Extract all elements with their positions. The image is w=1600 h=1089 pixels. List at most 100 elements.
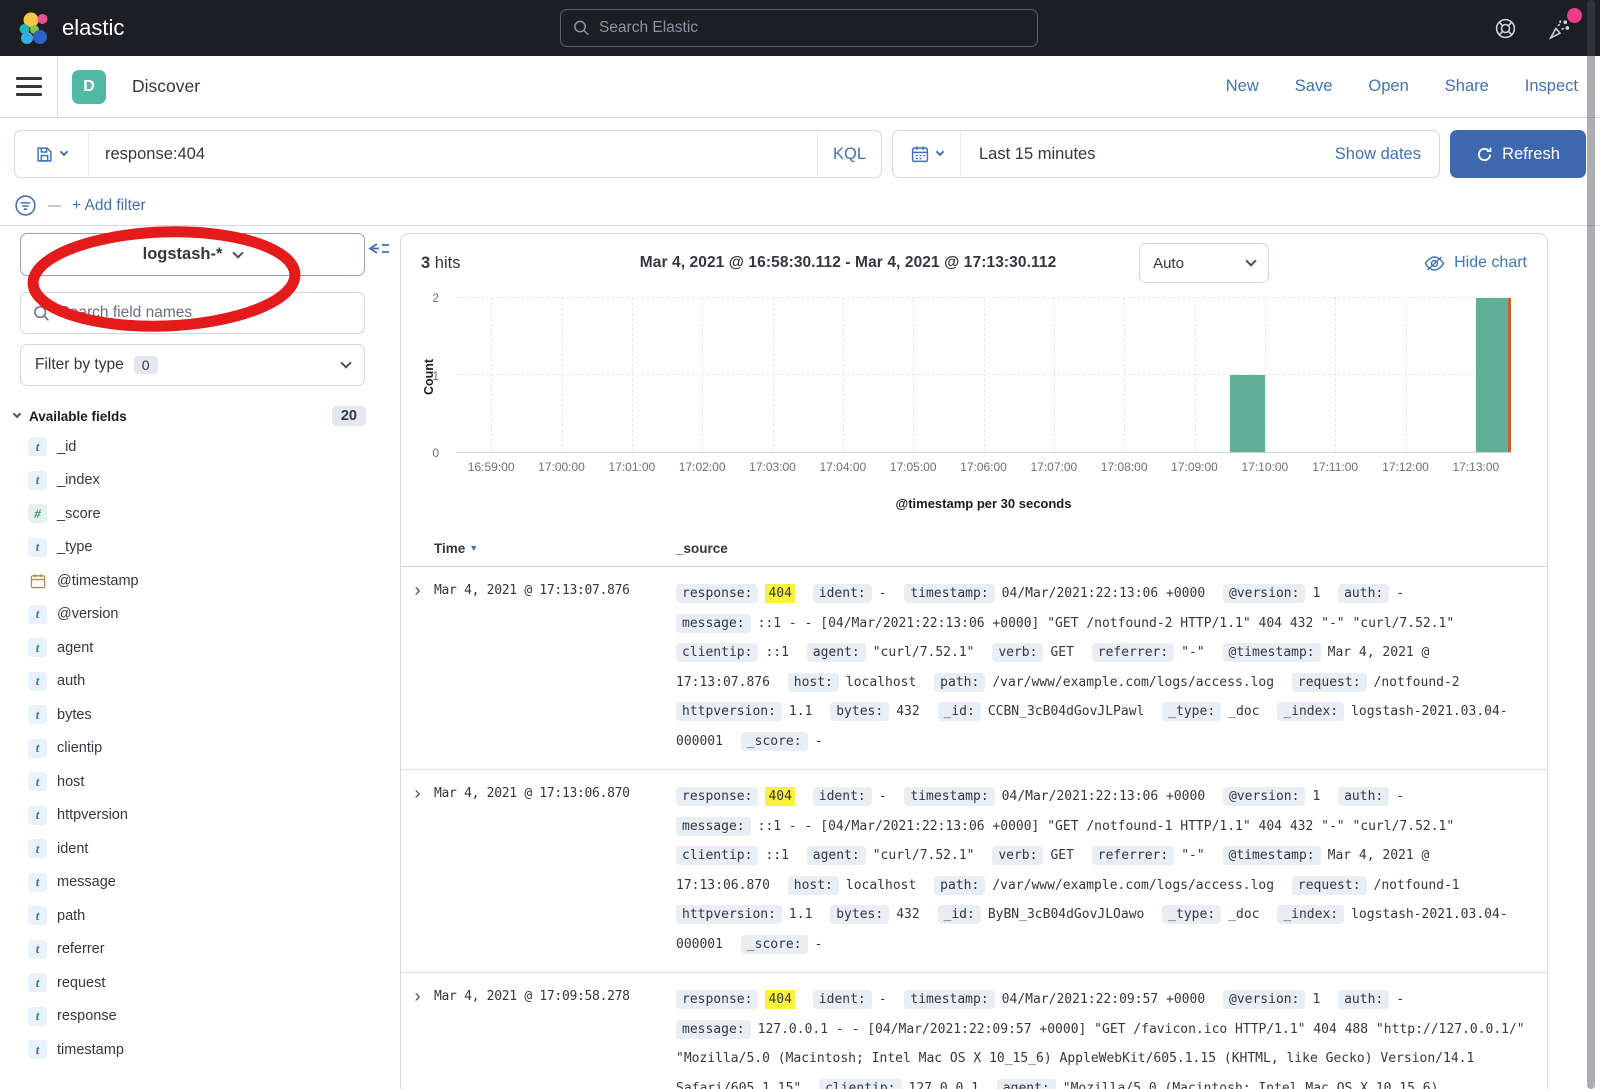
field-item-httpversion[interactable]: thttpversion — [0, 799, 396, 833]
source-field-pair: auth:- — [1338, 586, 1414, 601]
field-item-ident[interactable]: tident — [0, 832, 396, 866]
query-input[interactable] — [105, 145, 801, 164]
collapse-sidebar-button[interactable] — [367, 239, 391, 263]
field-item-host[interactable]: thost — [0, 765, 396, 799]
elastic-logo[interactable]: elastic — [18, 11, 124, 45]
x-axis-ticks: 16:59:0017:00:0017:01:0017:02:0017:03:00… — [456, 460, 1511, 478]
saved-query-menu-button[interactable] — [15, 131, 89, 177]
page-scrollbar[interactable] — [1587, 0, 1595, 1089]
field-value: /var/www/example.com/logs/access.log — [992, 878, 1274, 893]
interval-select[interactable]: Auto — [1139, 243, 1269, 283]
histogram-bar[interactable] — [1230, 375, 1265, 452]
field-key-chip: bytes: — [830, 905, 889, 924]
field-item-bytes[interactable]: tbytes — [0, 698, 396, 732]
time-column-header[interactable]: Time▼ — [434, 541, 676, 556]
nav-divider — [57, 56, 58, 117]
field-item-request[interactable]: trequest — [0, 966, 396, 1000]
field-name: response — [57, 1008, 117, 1024]
date-picker-calendar-button[interactable] — [893, 131, 961, 177]
field-value: - — [1396, 789, 1404, 804]
global-search-input[interactable] — [599, 19, 1025, 37]
gridline — [456, 297, 1511, 298]
show-dates-button[interactable]: Show dates — [1335, 145, 1439, 164]
field-item-index[interactable]: t_index — [0, 464, 396, 498]
filter-icon[interactable] — [14, 194, 37, 217]
nav-action-share[interactable]: Share — [1445, 77, 1489, 96]
filter-by-type-select[interactable]: Filter by type 0 — [20, 344, 365, 386]
nav-action-open[interactable]: Open — [1368, 77, 1408, 96]
expand-row-button[interactable]: › — [401, 579, 434, 756]
field-value: _doc — [1228, 907, 1259, 922]
field-value: "curl/7.52.1" — [873, 848, 975, 863]
field-item-type[interactable]: t_type — [0, 531, 396, 565]
field-item-timestamp[interactable]: ttimestamp — [0, 1033, 396, 1067]
field-item-clientip[interactable]: tclientip — [0, 732, 396, 766]
field-search[interactable] — [20, 292, 365, 334]
table-row: ›Mar 4, 2021 @ 17:13:07.876response:404 … — [401, 567, 1547, 770]
source-field-pair: path:/var/www/example.com/logs/access.lo… — [934, 878, 1284, 893]
field-value: CCBN_3cB04dGovJLPawl — [988, 704, 1145, 719]
expand-row-button[interactable]: › — [401, 985, 434, 1089]
refresh-button[interactable]: Refresh — [1450, 130, 1586, 178]
field-value: 1 — [1312, 992, 1320, 1007]
field-item-response[interactable]: tresponse — [0, 1000, 396, 1034]
field-item-timestamp[interactable]: @timestamp — [0, 564, 396, 598]
add-filter-button[interactable]: + Add filter — [72, 197, 146, 215]
field-value: 04/Mar/2021:22:13:06 +0000 — [1002, 789, 1206, 804]
field-item-score[interactable]: #_score — [0, 497, 396, 531]
field-key-chip: @version: — [1223, 584, 1305, 603]
query-language-button[interactable]: KQL — [817, 131, 881, 177]
field-key-chip: ident: — [813, 990, 872, 1009]
sort-desc-icon: ▼ — [469, 543, 478, 553]
field-item-auth[interactable]: tauth — [0, 665, 396, 699]
source-field-pair: auth:- — [1338, 992, 1414, 1007]
nav-action-new[interactable]: New — [1226, 77, 1259, 96]
nav-action-save[interactable]: Save — [1295, 77, 1333, 96]
help-life-ring-icon — [1494, 17, 1517, 40]
field-key-chip: _index: — [1277, 905, 1344, 924]
available-fields-header[interactable]: Available fields 20 — [14, 406, 366, 426]
field-item-agent[interactable]: tagent — [0, 631, 396, 665]
field-key-chip: agent: — [807, 846, 866, 865]
help-button[interactable] — [1494, 17, 1517, 40]
nav-action-inspect[interactable]: Inspect — [1525, 77, 1578, 96]
gridline — [1406, 298, 1407, 452]
expand-row-button[interactable]: › — [401, 782, 434, 959]
page-title: Discover — [132, 76, 200, 97]
source-field-pair: request:/notfound-1 — [1292, 878, 1470, 893]
field-key-chip: agent: — [997, 1079, 1056, 1089]
field-name: _id — [57, 439, 76, 455]
hide-chart-button[interactable]: Hide chart — [1424, 254, 1527, 272]
gridline — [773, 298, 774, 452]
field-key-chip: ident: — [813, 584, 872, 603]
field-value: 04/Mar/2021:22:13:06 +0000 — [1002, 586, 1206, 601]
source-field-pair: referrer:"-" — [1092, 848, 1215, 863]
gridline — [702, 298, 703, 452]
source-field-pair: request:/notfound-2 — [1292, 675, 1470, 690]
histogram-bar[interactable] — [1476, 298, 1511, 452]
field-type-string-icon: t — [28, 806, 47, 825]
field-item-version[interactable]: t@version — [0, 598, 396, 632]
field-value: - — [879, 586, 887, 601]
field-item-id[interactable]: t_id — [0, 430, 396, 464]
brand-name: elastic — [62, 15, 124, 41]
time-range-value[interactable]: Last 15 minutes — [961, 145, 1335, 164]
menu-hamburger-button[interactable] — [16, 77, 42, 96]
field-key-chip: clientip: — [676, 643, 758, 662]
newsfeed-button[interactable] — [1547, 16, 1572, 41]
field-value: - — [879, 789, 887, 804]
field-search-input[interactable] — [59, 304, 352, 322]
gridline — [491, 298, 492, 452]
global-search[interactable] — [560, 9, 1038, 47]
histogram-chart[interactable]: Count 012 16:59:0017:00:0017:01:0017:02:… — [401, 284, 1547, 529]
field-value: 1.1 — [789, 704, 812, 719]
field-item-message[interactable]: tmessage — [0, 866, 396, 900]
field-value: - — [815, 937, 823, 952]
x-axis-title: @timestamp per 30 seconds — [456, 496, 1511, 511]
table-row: ›Mar 4, 2021 @ 17:13:06.870response:404 … — [401, 770, 1547, 973]
index-pattern-selector[interactable]: logstash-* — [20, 233, 365, 276]
field-item-path[interactable]: tpath — [0, 899, 396, 933]
field-key-chip: verb: — [992, 846, 1043, 865]
field-item-referrer[interactable]: treferrer — [0, 933, 396, 967]
source-field-pair: @version:1 — [1223, 789, 1330, 804]
